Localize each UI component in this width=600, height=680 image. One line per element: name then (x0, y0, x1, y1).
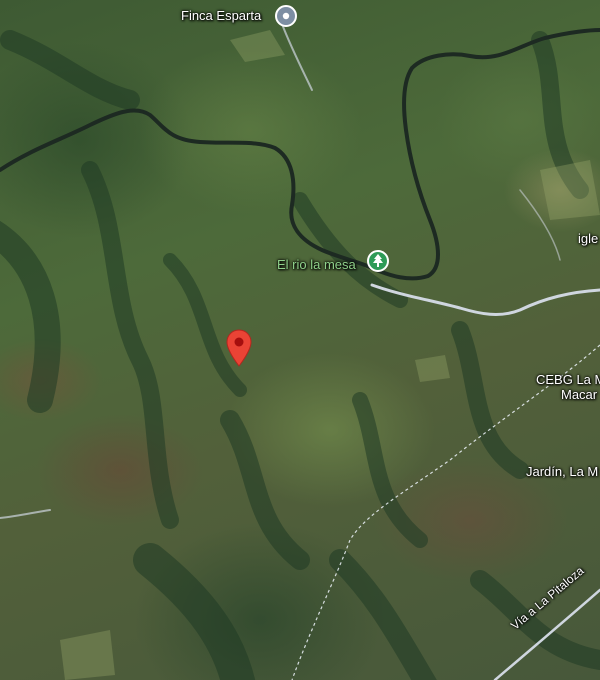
place-icon[interactable] (275, 5, 297, 27)
forest-ridge (470, 570, 600, 670)
tree-icon[interactable] (367, 250, 389, 272)
forest-ridge (163, 253, 247, 397)
place-label-igle[interactable]: igle (578, 231, 598, 246)
forest-ridge (81, 161, 179, 529)
clearing (540, 160, 600, 220)
forest-ridge (0, 30, 140, 110)
forest-ridge (352, 392, 428, 548)
forest-ridge (451, 321, 529, 479)
forest-ridge (329, 549, 437, 680)
road (281, 23, 313, 91)
tree-glyph-icon (373, 254, 383, 267)
road (0, 509, 51, 519)
place-dot-icon (282, 12, 290, 20)
forest-ridge (292, 192, 408, 308)
place-label-jardin[interactable]: Jardín, La M (526, 464, 598, 479)
clearing (230, 30, 285, 62)
place-label-cebg[interactable]: CEBG La M (536, 372, 600, 387)
clearing (415, 355, 450, 382)
park-label-river[interactable]: El rio la mesa (277, 257, 356, 272)
forest-ridge (133, 543, 256, 680)
place-label-cebg-line2[interactable]: Macar (561, 387, 597, 402)
clearing (60, 630, 115, 680)
satellite-terrain (0, 23, 600, 680)
place-label-finca[interactable]: Finca Esparta (181, 8, 261, 23)
forest-ridge (220, 410, 310, 570)
map-canvas[interactable]: Finca Esparta El rio la mesa igle CEBG L… (0, 0, 600, 680)
forest-ridge (0, 221, 61, 413)
location-pin-icon[interactable] (226, 329, 252, 367)
